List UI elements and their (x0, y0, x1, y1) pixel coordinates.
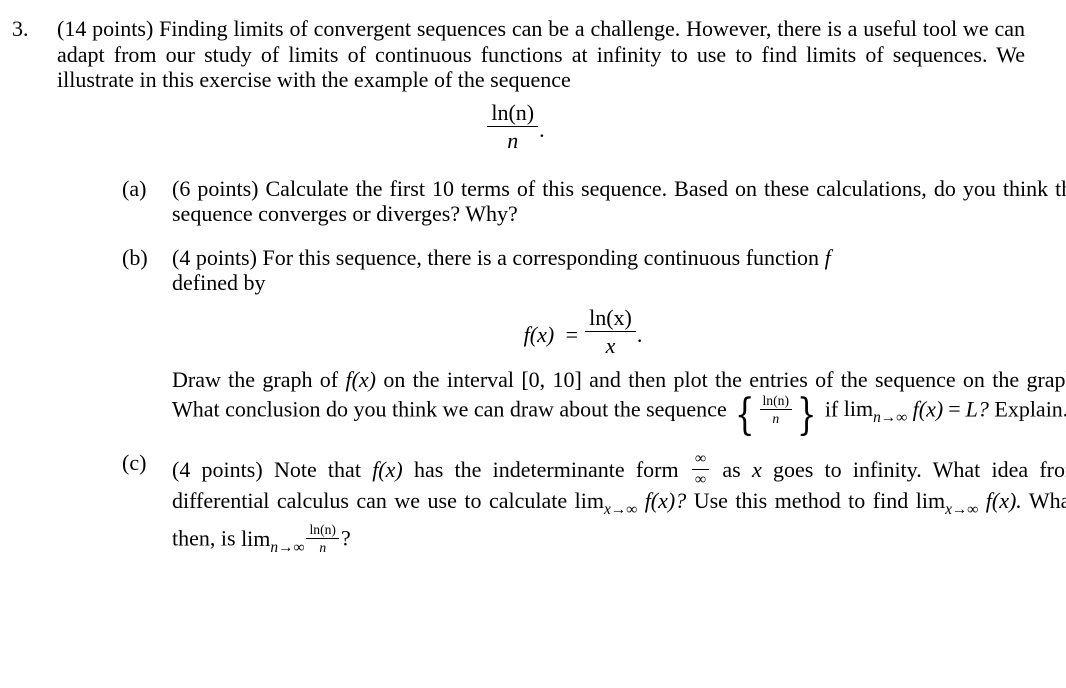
problem-number: 3. (12, 16, 29, 41)
left-curly-brace-icon: { (735, 389, 755, 440)
fraction-ln-n-over-n-final: ln(n) n (306, 522, 339, 555)
fraction-numerator: ∞ (691, 450, 710, 470)
fraction-ln-x-over-x: ln(x) x (585, 305, 636, 359)
limit-operator: lim (843, 395, 874, 421)
equation-lhs-fx: f(x) (523, 321, 555, 347)
problem-3: 3. (14 points) Finding limits of converg… (0, 0, 1066, 560)
subpart-c-label: (c) (122, 450, 147, 476)
subpart-b-body-text-1: Draw the graph of (172, 367, 339, 392)
problem-intro-paragraph: (14 points) Finding limits of convergent… (57, 16, 1025, 93)
variable-x: x (751, 456, 762, 482)
fraction-denominator: n (507, 128, 519, 154)
subpart-a-label: (a) (122, 175, 147, 201)
fraction-denominator: n (772, 410, 780, 426)
subpart-b-body-text-2: on the interval (383, 367, 515, 392)
subpart-a-paragraph: (6 points) Calculate the first 10 terms … (172, 176, 1066, 227)
display-equation-fx: f(x) = ln(x) x . (172, 305, 1066, 359)
right-curly-brace-icon: } (796, 389, 817, 440)
limit-operator: lim (915, 487, 946, 513)
limit-expression-x-to-infinity-1: limx→∞ (574, 487, 638, 518)
subpart-b-body-text-4: if (824, 395, 839, 421)
function-symbol-f: f (824, 244, 831, 270)
equation-trailing-period: . (539, 116, 545, 142)
fraction-numerator: ln(x) (585, 305, 636, 333)
limit-value-L: L? (965, 395, 989, 421)
inline-fx-3: f(x) (372, 456, 403, 482)
inline-fx-1: f(x) (345, 367, 376, 392)
fraction-infinity-over-infinity: ∞ ∞ (691, 450, 710, 488)
fraction-denominator: ∞ (694, 470, 707, 488)
fraction-numerator: ln(n) (306, 522, 339, 540)
limit-equals-sign: = (948, 395, 961, 421)
fraction-ln-n-over-n-inline: ln(n) n (759, 393, 793, 426)
limit-subscript: n→∞ (873, 408, 908, 426)
inline-fx-5: f(x). (985, 487, 1022, 513)
interval-notation: [0, 10] (521, 367, 582, 392)
subpart-c-text-1: Note that (273, 456, 361, 482)
subpart-c-text-5: Use this method to find (693, 487, 909, 513)
limit-expression-n-to-infinity-2: limn→∞ (241, 525, 304, 556)
limit-subscript: n→∞ (270, 538, 305, 556)
subpart-b-points: (4 points) (172, 244, 257, 270)
equation-trailing-period: . (636, 321, 643, 347)
fraction-denominator: n (319, 540, 327, 556)
subpart-c-text-3: as (722, 456, 741, 482)
subpart-b: (b) (4 points) For this sequence, there … (57, 244, 1066, 437)
final-question-mark: ? (340, 525, 351, 551)
subpart-b-body-text-5: Explain. (994, 395, 1066, 421)
problem-intro-text: Finding limits of convergent sequences c… (57, 16, 1025, 92)
subpart-c-text-2: has the indeterminante form (413, 456, 679, 482)
limit-subscript: x→∞ (945, 500, 979, 518)
problem-subparts: (a) (6 points) Calculate the first 10 te… (57, 176, 1066, 560)
fraction-numerator: ln(n) (487, 100, 539, 128)
subpart-b-label: (b) (122, 244, 148, 270)
subpart-a-points: (6 points) (172, 175, 259, 201)
document-page: 3. (14 points) Finding limits of converg… (0, 0, 1066, 688)
subpart-b-defined-by: defined by (172, 270, 266, 296)
inline-fx-4: f(x)? (644, 487, 687, 513)
fraction-denominator: x (605, 333, 616, 359)
subpart-b-intro-text: For this sequence, there is a correspond… (262, 244, 820, 270)
fraction-ln-n-over-n: ln(n) n (487, 100, 539, 154)
fraction-numerator: ln(n) (759, 393, 793, 410)
inline-fx-2: f(x) (912, 395, 944, 421)
limit-subscript: x→∞ (603, 500, 638, 518)
display-equation-sequence: ln(n) n . (57, 100, 1066, 154)
subpart-b-intro-paragraph: (4 points) For this sequence, there is a… (172, 245, 1066, 271)
equation-equals-sign: = (565, 321, 579, 347)
limit-operator: lim (241, 525, 271, 551)
subpart-c-points: (4 points) (172, 456, 263, 482)
subpart-b-body-paragraph: Draw the graph of f(x) on the interval [… (172, 367, 1066, 437)
subpart-a: (a) (6 points) Calculate the first 10 te… (57, 176, 1066, 227)
problem-points: (14 points) (57, 16, 154, 41)
subpart-a-text: Calculate the first 10 terms of this seq… (172, 175, 1066, 227)
limit-expression-n-to-infinity: limn→∞ (843, 395, 907, 426)
set-notation-sequence: {ln(n) n} (732, 393, 819, 437)
subpart-c: (c) (4 points) Note that f(x) has the in… (57, 450, 1066, 560)
limit-expression-x-to-infinity-2: limx→∞ (915, 487, 979, 518)
limit-operator: lim (574, 487, 604, 513)
subpart-c-paragraph: (4 points) Note that f(x) has the indete… (172, 450, 1066, 560)
